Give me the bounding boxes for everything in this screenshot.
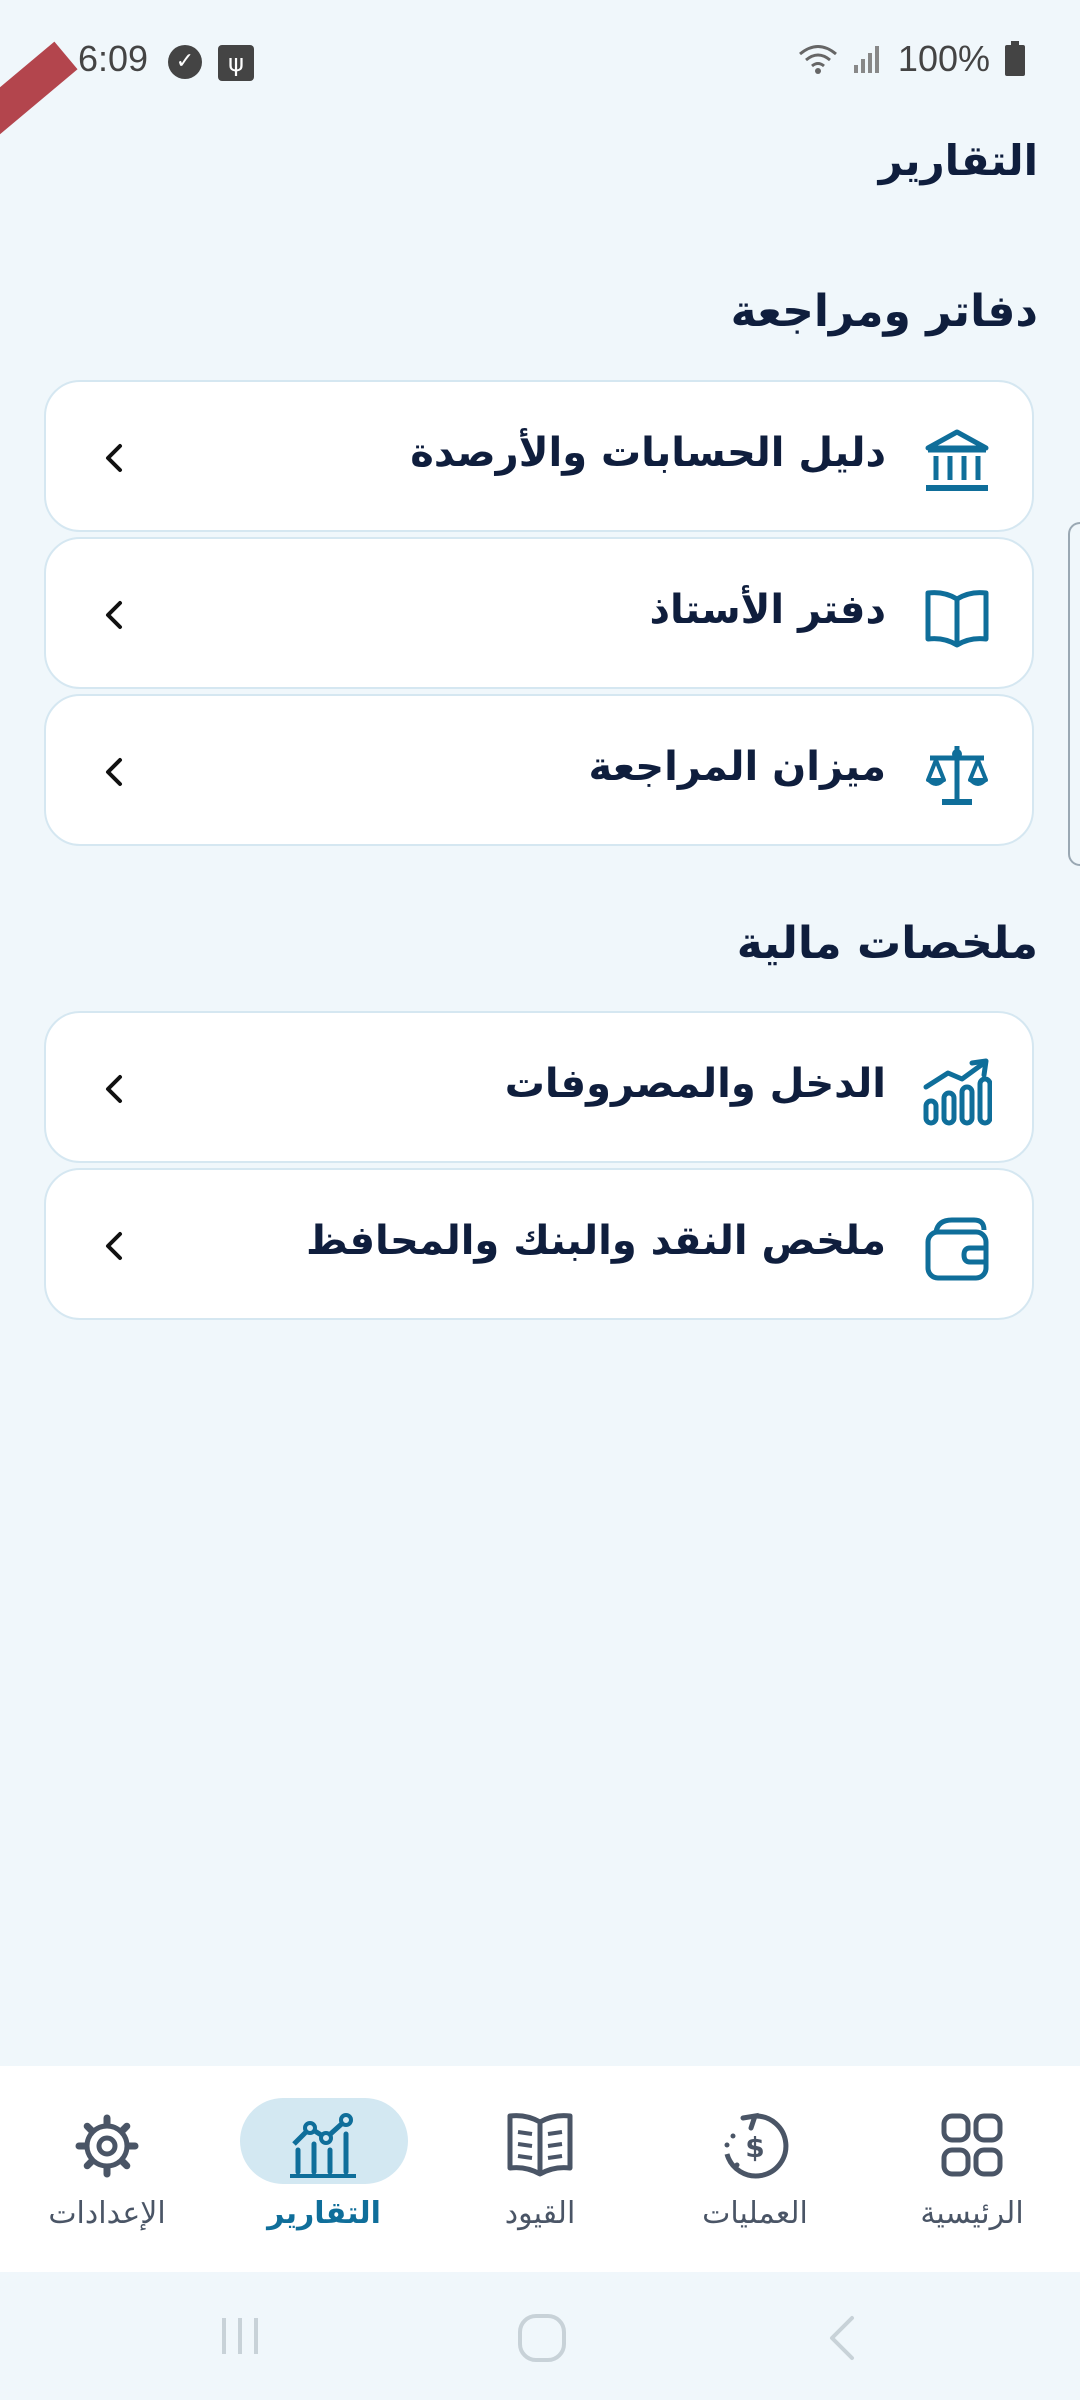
system-navigation-bar xyxy=(0,2272,1080,2400)
journal-icon xyxy=(507,2113,573,2177)
battery-percent: 100% xyxy=(897,38,990,79)
report-item-label: الدخل والمصروفات xyxy=(504,1061,886,1107)
nav-journal-entries[interactable]: القيود xyxy=(440,2066,640,2272)
chevron-left-icon xyxy=(106,601,122,629)
gear-icon xyxy=(75,2114,139,2178)
chevron-left-icon xyxy=(106,1075,122,1103)
bank-icon xyxy=(925,429,989,491)
scroll-indicator[interactable] xyxy=(1068,522,1080,866)
report-item-income-expenses[interactable]: الدخل والمصروفات xyxy=(44,1011,1034,1163)
report-item-label: دليل الحسابات والأرصدة xyxy=(410,430,886,476)
page-title: التقارير xyxy=(878,136,1038,185)
nav-transactions[interactable]: $ العمليات xyxy=(655,2066,855,2272)
trend-chart-icon xyxy=(923,1058,992,1126)
svg-text:$: $ xyxy=(745,2131,764,2164)
section-title-books: دفاتر ومراجعة xyxy=(730,286,1038,337)
status-bar: 6:09 ✓ ψ 100% xyxy=(0,0,1080,130)
nav-label: التقارير xyxy=(267,2196,381,2231)
nav-label: الإعدادات xyxy=(48,2196,166,2231)
report-item-label: ملخص النقد والبنك والمحافظ xyxy=(306,1218,886,1264)
status-indicators: 100% xyxy=(798,38,1026,80)
scale-icon xyxy=(926,746,988,805)
dollar-cycle-icon: $ xyxy=(724,2112,789,2179)
bottom-navigation: الرئيسية $ العمليات القيود التقارير الإع… xyxy=(0,2066,1080,2272)
report-item-general-ledger[interactable]: دفتر الأستاذ xyxy=(44,537,1034,689)
nav-settings[interactable]: الإعدادات xyxy=(7,2066,207,2272)
chevron-left-icon xyxy=(106,758,122,786)
wifi-icon xyxy=(798,45,837,74)
report-item-label: ميزان المراجعة xyxy=(588,744,886,790)
recent-apps-icon[interactable] xyxy=(216,2312,264,2360)
wallet-icon xyxy=(925,1217,989,1281)
nav-home[interactable]: الرئيسية xyxy=(872,2066,1072,2272)
signal-icon xyxy=(853,46,879,73)
section-title-financial-summaries: ملخصات مالية xyxy=(736,918,1038,969)
back-icon[interactable] xyxy=(822,2312,866,2364)
report-item-trial-balance[interactable]: ميزان المراجعة xyxy=(44,694,1034,846)
nav-label: القيود xyxy=(504,2196,576,2231)
chevron-left-icon xyxy=(106,1232,122,1260)
reports-icon xyxy=(290,2113,356,2178)
check-circle-icon: ✓ xyxy=(168,45,202,79)
report-item-label: دفتر الأستاذ xyxy=(649,587,886,633)
nav-label: العمليات xyxy=(702,2196,808,2231)
report-item-cash-bank-wallets[interactable]: ملخص النقد والبنك والمحافظ xyxy=(44,1168,1034,1320)
grid-icon xyxy=(941,2113,1003,2177)
nav-label: الرئيسية xyxy=(920,2196,1024,2231)
battery-icon xyxy=(1005,41,1025,76)
nav-reports[interactable]: التقارير xyxy=(224,2066,424,2272)
book-icon xyxy=(925,590,989,648)
usb-icon: ψ xyxy=(218,45,254,81)
report-item-chart-of-accounts[interactable]: دليل الحسابات والأرصدة xyxy=(44,380,1034,532)
home-icon[interactable] xyxy=(516,2312,568,2364)
status-time: 6:09 xyxy=(78,38,149,79)
chevron-left-icon xyxy=(106,444,122,472)
